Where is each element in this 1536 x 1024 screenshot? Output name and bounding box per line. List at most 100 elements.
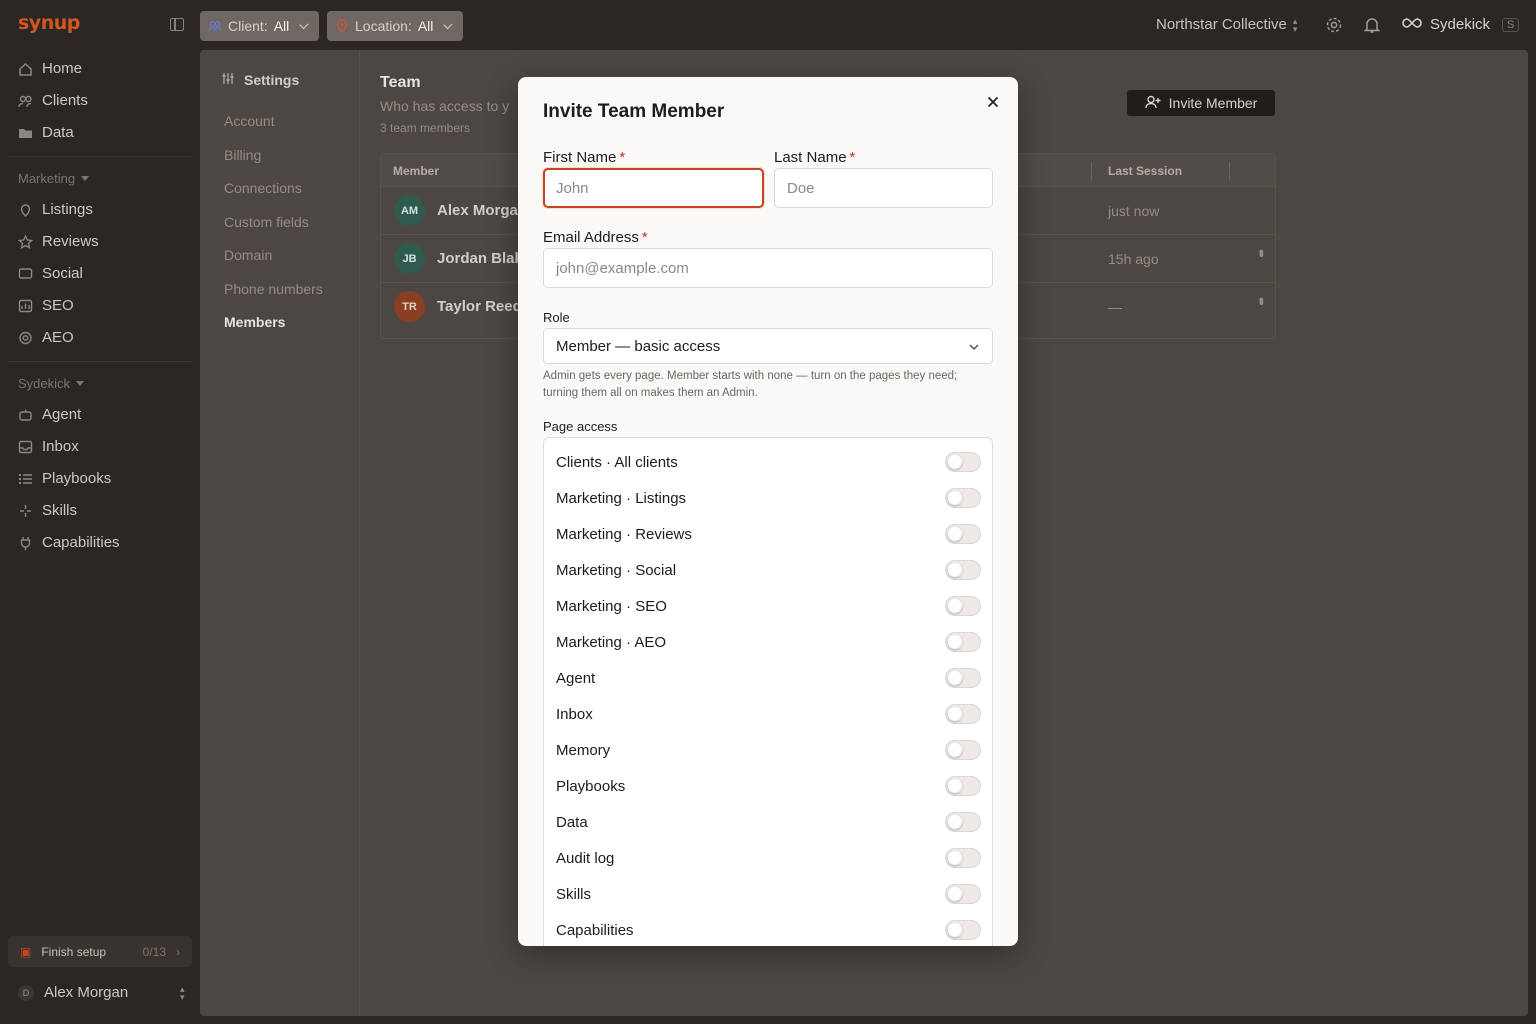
user-menu[interactable]: D Alex Morgan ▴ ▾ [18,984,188,1001]
sidebar-item-listings[interactable]: Listings [18,201,93,218]
close-icon[interactable] [984,93,1002,111]
page-access-toggle[interactable] [945,488,981,508]
folder-icon [18,126,33,140]
page-access-toggle[interactable] [945,884,981,904]
chart-icon [18,299,33,313]
divider [8,361,192,362]
more-options-icon[interactable]: ••• [1254,249,1270,255]
page-access-toggle[interactable] [945,452,981,472]
synup-logo[interactable]: synup [18,12,80,34]
page-access-row: Audit log [556,846,981,870]
client-filter-label: Client: [228,18,268,34]
invite-member-button[interactable]: Invite Member [1127,90,1275,116]
page-access-toggle[interactable] [945,704,981,724]
location-filter-label: Location: [355,18,412,34]
client-filter[interactable]: Client: All [200,11,319,41]
settings-item-connections[interactable]: Connections [224,180,302,196]
settings-item-billing[interactable]: Billing [224,147,261,163]
page-access-toggle[interactable] [945,524,981,544]
sidebar-item-label: Reviews [42,233,99,250]
sidebar-item-capabilities[interactable]: Capabilities [18,534,120,551]
page-access-toggle[interactable] [945,776,981,796]
notifications-bell-icon[interactable] [1363,16,1381,34]
role-select[interactable]: Member — basic access [543,328,993,364]
settings-gear-icon[interactable] [1325,16,1343,34]
sidebar-item-label: Clients [42,92,88,109]
page-access-toggle[interactable] [945,632,981,652]
sidebar-item-inbox[interactable]: Inbox [18,438,79,455]
required-mark: * [619,149,626,166]
sidebar-item-seo[interactable]: SEO [18,297,74,314]
settings-item-account[interactable]: Account [224,113,275,129]
role-label: Role [543,310,570,325]
page-access-toggle[interactable] [945,740,981,760]
first-name-input[interactable] [543,168,764,208]
checklist-icon: ▣ [20,944,32,959]
page-access-toggle[interactable] [945,812,981,832]
email-input[interactable] [543,248,993,288]
page-access-label: Audit log [556,849,615,867]
chevron-down-icon [299,19,309,29]
sydekick-section-toggle[interactable]: Sydekick [18,376,85,391]
page-access-label: Playbooks [556,777,626,795]
page-access-label: Marketing · AEO [556,633,667,651]
settings-item-custom-fields[interactable]: Custom fields [224,214,309,230]
sidebar-item-data[interactable]: Data [18,124,74,141]
settings-item-members[interactable]: Members [224,314,285,330]
settings-item-phone-numbers[interactable]: Phone numbers [224,281,323,297]
sidebar-item-skills[interactable]: Skills [18,502,77,519]
column-divider [1091,162,1092,180]
sparkle-icon [18,504,33,518]
users-icon [208,19,222,33]
sidebar-item-reviews[interactable]: Reviews [17,233,99,250]
page-access-row: Playbooks [556,774,981,798]
sidebar-item-aeo[interactable]: AEO [18,329,74,346]
page-access-row: Inbox [556,702,981,726]
page-access-row: Marketing · Listings [556,486,981,510]
sidebar-item-clients[interactable]: Clients [18,92,88,109]
page-access-toggle[interactable] [945,920,981,940]
page-access-toggle[interactable] [945,848,981,868]
first-name-label: First Name * [543,149,626,166]
user-name: Alex Morgan [44,984,129,1001]
dialog-title: Invite Team Member [543,101,725,122]
sidebar-item-label: Agent [42,406,82,423]
page-access-toggle[interactable] [945,668,981,688]
settings-nav: Settings Account Billing Connections Cus… [200,50,360,1016]
sidebar-item-label: Listings [42,201,93,218]
settings-item-domain[interactable]: Domain [224,247,272,263]
sidebar-item-social[interactable]: Social [18,265,83,282]
page-access-label: Capabilities [556,921,634,939]
more-options-icon[interactable]: ••• [1254,297,1270,303]
marketing-section-toggle[interactable]: Marketing [18,171,90,186]
sydekick-launcher[interactable]: Sydekick S [1402,16,1520,33]
last-name-input[interactable] [774,168,993,208]
sidebar-item-playbooks[interactable]: Playbooks [18,470,111,487]
page-access-toggle[interactable] [945,596,981,616]
page-access-label: Clients · All clients [556,453,678,471]
column-member[interactable]: Member [393,164,439,178]
member-count: 3 team members [380,121,471,135]
section-label: Sydekick [18,376,71,391]
page-access-label: Agent [556,669,596,687]
role-value: Member — basic access [556,337,721,355]
chevron-right-icon: › [176,944,180,959]
page-access-toggle[interactable] [945,560,981,580]
sidebar-toggle-icon[interactable] [170,18,184,31]
updown-icon: ▴ ▾ [1292,15,1298,34]
page-access-row: Agent [556,666,981,690]
required-mark: * [641,229,648,246]
sidebar-item-home[interactable]: Home [18,60,82,77]
org-switcher[interactable]: Northstar Collective ▴ ▾ [1156,16,1301,33]
location-filter[interactable]: Location: All [327,11,463,41]
sidebar-item-agent[interactable]: Agent [18,406,81,423]
sliders-icon [222,72,234,88]
page-access-label: Page access [543,419,618,434]
sidebar-item-label: Playbooks [42,470,112,487]
page-access-row: Memory [556,738,981,762]
finish-setup-button[interactable]: ▣ Finish setup 0/13 › [8,936,192,967]
inbox-icon [18,440,33,454]
page-access-label: Inbox [556,705,593,723]
column-last-session[interactable]: Last Session [1108,164,1182,178]
page-access-row: Skills [556,882,981,906]
